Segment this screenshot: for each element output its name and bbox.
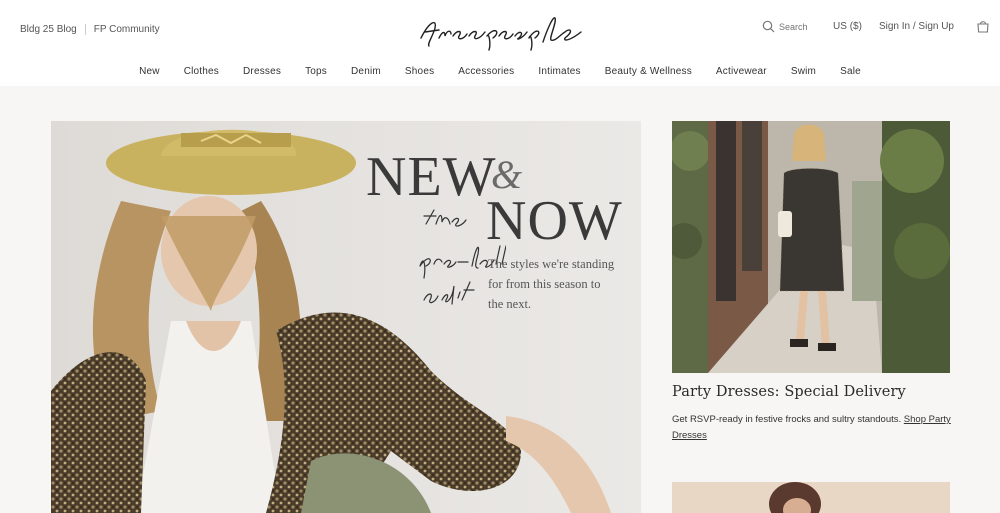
nav-item-shoes[interactable]: Shoes	[393, 58, 446, 86]
site-header: Bldg 25 Blog FP Community US ($) Sign In…	[0, 0, 1000, 58]
card-desc-text: Get RSVP-ready in festive frocks and sul…	[672, 414, 902, 425]
hero-model-photo	[51, 121, 641, 513]
card-description: Get RSVP-ready in festive frocks and sul…	[672, 412, 962, 444]
nav-item-dresses[interactable]: Dresses	[231, 58, 293, 86]
utility-links: Bldg 25 Blog FP Community	[20, 24, 160, 35]
card-title[interactable]: Party Dresses: Special Delivery	[672, 384, 906, 400]
sign-in-link[interactable]: Sign In / Sign Up	[879, 21, 954, 32]
hero-ampersand: &	[491, 152, 523, 197]
divider	[84, 24, 86, 35]
community-link[interactable]: FP Community	[94, 24, 160, 35]
currency-selector[interactable]: US ($)	[833, 21, 862, 32]
nav-item-swim[interactable]: Swim	[779, 58, 828, 86]
main-content: NEW & NOW The styles we're standing for …	[0, 86, 1000, 513]
utility-right: US ($) Sign In / Sign Up	[762, 20, 990, 33]
search-input[interactable]	[779, 21, 818, 32]
hero-headline-new: NEW	[366, 146, 497, 208]
nav-item-intimates[interactable]: Intimates	[526, 58, 592, 86]
nav-item-activewear[interactable]: Activewear	[704, 58, 779, 86]
nav-item-sale[interactable]: Sale	[828, 58, 873, 86]
nav-item-new[interactable]: New	[127, 58, 172, 86]
free-people-logo[interactable]	[415, 8, 587, 52]
search-box[interactable]	[762, 20, 818, 33]
nav-item-tops[interactable]: Tops	[293, 58, 339, 86]
main-nav: New Clothes Dresses Tops Denim Shoes Acc…	[0, 58, 1000, 86]
shopping-bag-icon[interactable]	[976, 20, 990, 33]
nav-item-denim[interactable]: Denim	[339, 58, 393, 86]
hero-headline-now: NOW	[486, 190, 623, 252]
nav-item-clothes[interactable]: Clothes	[172, 58, 231, 86]
nav-item-beauty-wellness[interactable]: Beauty & Wellness	[593, 58, 704, 86]
blog-link[interactable]: Bldg 25 Blog	[20, 24, 77, 35]
hero-description: The styles we're standing for from this …	[488, 257, 615, 311]
second-card-photo	[672, 482, 950, 513]
party-dresses-photo	[672, 121, 950, 373]
party-dresses-image[interactable]	[672, 121, 950, 373]
second-card-image[interactable]	[672, 482, 950, 513]
nav-item-accessories[interactable]: Accessories	[446, 58, 526, 86]
search-icon[interactable]	[762, 20, 775, 33]
hero-banner[interactable]: NEW & NOW The styles we're standing for …	[51, 121, 641, 513]
